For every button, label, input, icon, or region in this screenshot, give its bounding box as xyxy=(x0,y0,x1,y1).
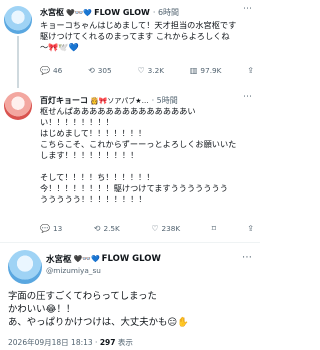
tweet-header: 水宮枢 🖤👓💙 FLOW GLOW · 6時間 xyxy=(40,6,179,19)
avatar[interactable] xyxy=(4,6,32,34)
tweet-text: 字面の圧すごくてわらってしまった かわいい😂！！ あ、やっぱりかけつけは、大丈夫… xyxy=(8,291,189,328)
action-bar: 💬 13 ⟲ 2.5K ♡ 238K ⌑ ⇪ xyxy=(40,222,254,234)
timestamp[interactable]: · 5時間 xyxy=(152,95,178,106)
brand-name: FLOW GLOW xyxy=(94,8,150,17)
tweet-meta: 2026年09月18日 18:13 · 297 表示 xyxy=(8,337,133,348)
heart-icon: ♡ xyxy=(151,223,159,233)
author-name: 水宮枢 🖤👓💙 FLOW GLOW xyxy=(46,253,161,265)
name-emoji: 🖤👓💙 xyxy=(73,255,100,263)
post-date[interactable]: 2026年09月18日 18:13 · xyxy=(8,338,100,347)
retweet-button[interactable]: ⟲ 2.5K xyxy=(94,224,120,233)
avatar[interactable] xyxy=(8,250,42,284)
reply-icon: 💬 xyxy=(40,65,50,75)
more-icon[interactable]: ⋯ xyxy=(242,252,252,263)
chart-icon: ▥ xyxy=(189,65,198,75)
reply-button[interactable]: 💬 13 xyxy=(40,224,62,233)
more-icon[interactable]: ⋯ xyxy=(243,4,252,14)
share-icon: ⇪ xyxy=(247,223,254,233)
retweet-icon: ⟲ xyxy=(93,223,101,233)
more-icon[interactable]: ⋯ xyxy=(243,92,252,102)
views-button[interactable]: ▥ 97.9K xyxy=(190,66,222,75)
bookmark-icon: ⌑ xyxy=(211,223,216,233)
share-button[interactable]: ⇪ xyxy=(247,66,254,75)
action-bar: 💬 46 ⟲ 305 ♡ 3.2K ▥ 97.9K ⇪ xyxy=(40,64,254,76)
display-name[interactable]: 水宮枢 xyxy=(40,7,64,18)
author-handle[interactable]: @mizumiya_su xyxy=(46,266,101,275)
divider xyxy=(0,242,260,243)
avatar[interactable] xyxy=(4,92,32,120)
thread-line xyxy=(17,36,19,88)
tweet-2[interactable]: 百灯キョーコ 👸🎀ソアパブ★… · 5時間 ⋯ 枢せんぱああああああああああああ… xyxy=(0,88,260,240)
share-button[interactable]: ⇪ xyxy=(247,224,254,233)
tweet-text: 枢せんぱああああああああああああああい い！！！！！！！！ はじめまして！！！！… xyxy=(40,106,237,204)
like-button[interactable]: ♡ 3.2K xyxy=(138,66,165,75)
views-count: 297 xyxy=(99,338,116,347)
display-name[interactable]: 百灯キョーコ xyxy=(40,95,88,106)
name-emoji: 👸🎀ソアパブ★… xyxy=(90,96,149,105)
main-tweet: 水宮枢 🖤👓💙 FLOW GLOW @mizumiya_su ⋯ 字面の圧すごく… xyxy=(0,244,260,350)
retweet-button[interactable]: ⟲ 305 xyxy=(88,66,112,75)
bookmark-button[interactable]: ⌑ xyxy=(212,224,216,233)
brand-name: FLOW GLOW xyxy=(101,254,161,264)
share-icon: ⇪ xyxy=(247,65,254,75)
timestamp[interactable]: · 6時間 xyxy=(153,7,179,18)
name-emoji: 🖤👓💙 xyxy=(66,8,93,17)
views-label: 表示 xyxy=(115,338,133,347)
retweet-icon: ⟲ xyxy=(88,65,95,75)
reply-icon: 💬 xyxy=(40,223,50,233)
heart-icon: ♡ xyxy=(137,65,145,75)
tweet-text: キョーコちゃんはじめまして！天才担当の水宮枢です 駆けつけてくれるのまってます … xyxy=(40,20,237,52)
tweet-1[interactable]: 水宮枢 🖤👓💙 FLOW GLOW · 6時間 ⋯ キョーコちゃんはじめまして！… xyxy=(0,0,260,88)
reply-button[interactable]: 💬 46 xyxy=(40,66,62,75)
like-button[interactable]: ♡ 238K xyxy=(151,224,180,233)
display-name[interactable]: 水宮枢 xyxy=(46,253,72,265)
